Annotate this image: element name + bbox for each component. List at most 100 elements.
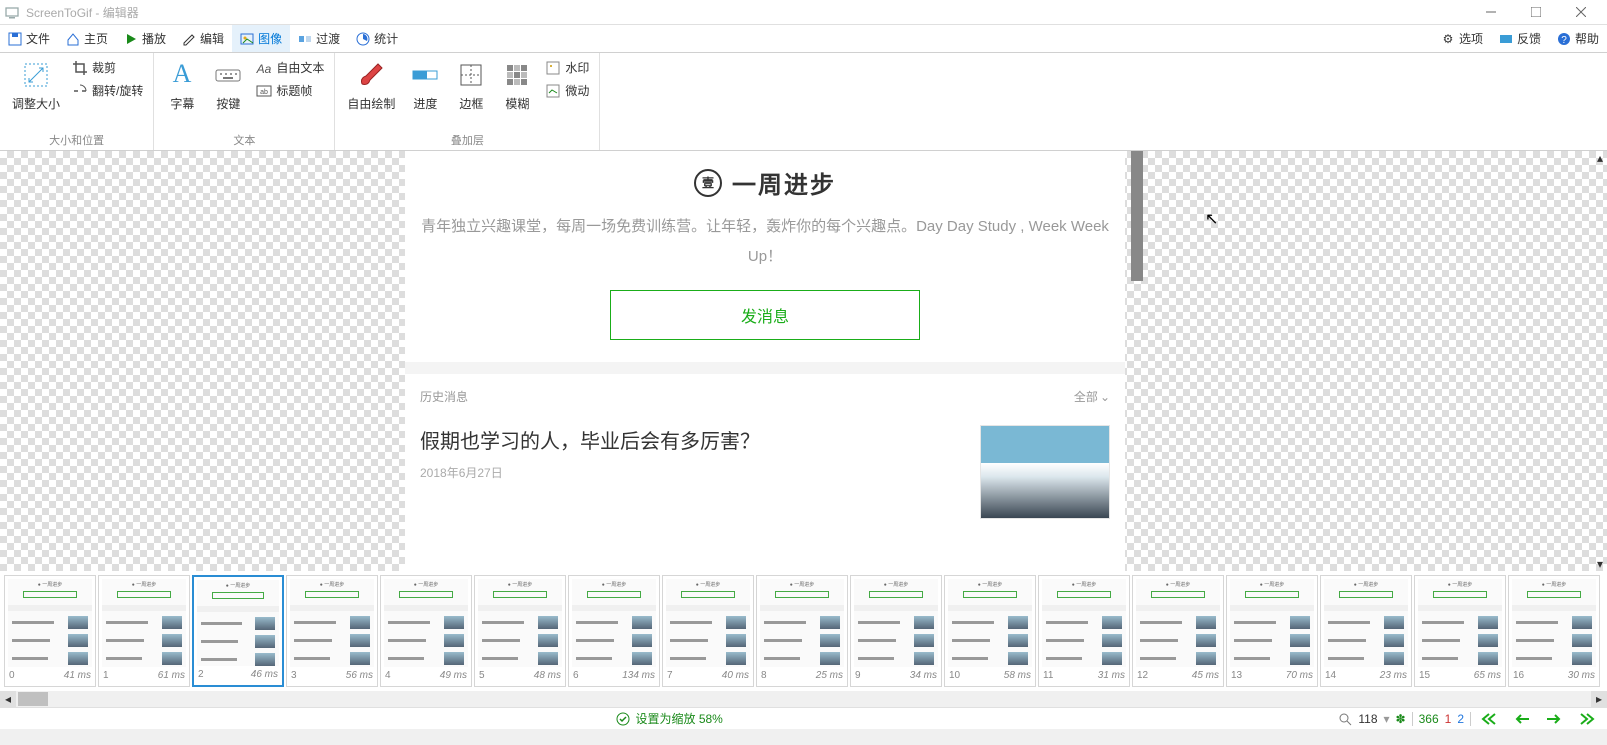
- border-button[interactable]: 边框: [449, 57, 493, 130]
- tab-stats[interactable]: 统计: [348, 25, 406, 52]
- frame-duration: 41 ms: [64, 670, 91, 686]
- transition-icon: [298, 32, 312, 46]
- brush-icon: [355, 59, 387, 91]
- caption-button[interactable]: A 字幕: [160, 57, 204, 130]
- frame-thumbnail[interactable]: ● 一周进步 12 45 ms: [1132, 575, 1224, 687]
- frame-thumbnail[interactable]: ● 一周进步 11 31 ms: [1038, 575, 1130, 687]
- frame-number: 5: [479, 670, 485, 686]
- btn-label: 边框: [459, 95, 483, 112]
- frame-strip[interactable]: ● 一周进步 0 41 ms ● 一周进步 1 61: [0, 571, 1607, 691]
- svg-text:?: ?: [1561, 35, 1567, 46]
- crop-icon: [72, 60, 88, 76]
- scroll-left-icon[interactable]: ◂: [0, 691, 16, 707]
- article-title: 假期也学习的人，毕业后会有多厉害？: [420, 425, 980, 454]
- frame-duration: 31 ms: [1098, 670, 1125, 686]
- frame-thumbnail[interactable]: ● 一周进步 0 41 ms: [4, 575, 96, 687]
- frame-thumbnail[interactable]: ● 一周进步 14 23 ms: [1320, 575, 1412, 687]
- keyboard-icon: [212, 59, 244, 91]
- nav-last-button[interactable]: [1573, 713, 1599, 725]
- frame-hscrollbar[interactable]: ◂ ▸: [0, 691, 1607, 707]
- history-all-dropdown[interactable]: 全部 ⌄: [1074, 388, 1110, 405]
- drawing-button[interactable]: 自由绘制: [341, 57, 401, 130]
- canvas-area[interactable]: 壹 一周进步 青年独立兴趣课堂，每周一场免费训练营。让年轻，轰炸你的每个兴趣点。…: [0, 151, 1607, 571]
- article-item[interactable]: 假期也学习的人，毕业后会有多厉害？ 2018年6月27日: [420, 413, 1110, 531]
- close-button[interactable]: [1558, 0, 1603, 25]
- nav-first-button[interactable]: [1477, 713, 1503, 725]
- frame-number: 13: [1231, 670, 1242, 686]
- watermark-button[interactable]: 水印: [541, 57, 593, 78]
- frame-thumbnail[interactable]: ● 一周进步 8 25 ms: [756, 575, 848, 687]
- frame-number: 3: [291, 670, 297, 686]
- tab-transition[interactable]: 过渡: [290, 25, 348, 52]
- frame-number: 0: [9, 670, 15, 686]
- frame-thumbnail[interactable]: ● 一周进步 10 58 ms: [944, 575, 1036, 687]
- canvas-vertical-scrollbar[interactable]: ▴ ▾: [1593, 151, 1607, 571]
- text-icon: Aa: [256, 60, 272, 76]
- options-button[interactable]: ⚙ 选项: [1433, 25, 1491, 52]
- tab-home[interactable]: 主页: [58, 25, 116, 52]
- zoom-down-icon[interactable]: ▾: [1384, 712, 1390, 726]
- tab-image[interactable]: 图像: [232, 25, 290, 52]
- frame-duration: 58 ms: [1004, 670, 1031, 686]
- frame-number: 14: [1325, 670, 1336, 686]
- frame-duration: 40 ms: [722, 670, 749, 686]
- stats-icon: [356, 32, 370, 46]
- tab-file[interactable]: 文件: [0, 25, 58, 52]
- btn-label: 标题帧: [276, 82, 312, 99]
- feedback-button[interactable]: 反馈: [1491, 25, 1549, 52]
- maximize-button[interactable]: [1513, 0, 1558, 25]
- scroll-right-icon[interactable]: ▸: [1591, 691, 1607, 707]
- tab-edit[interactable]: 编辑: [174, 25, 232, 52]
- nav-prev-button[interactable]: [1509, 713, 1535, 725]
- frame-thumbnail[interactable]: ● 一周进步 13 70 ms: [1226, 575, 1318, 687]
- obfuscate-button[interactable]: 模糊: [495, 57, 539, 130]
- zoom-icon[interactable]: [1338, 712, 1352, 726]
- article-date: 2018年6月27日: [420, 464, 980, 481]
- frame-thumbnail[interactable]: ● 一周进步 2 46 ms: [192, 575, 284, 687]
- frame-preview: ● 一周进步: [1227, 576, 1317, 670]
- tab-play[interactable]: 播放: [116, 25, 174, 52]
- frame-duration: 56 ms: [346, 670, 373, 686]
- cinemagraph-button[interactable]: 微动: [541, 80, 593, 101]
- frame-thumbnail[interactable]: ● 一周进步 5 48 ms: [474, 575, 566, 687]
- minimize-button[interactable]: [1468, 0, 1513, 25]
- frame-preview: ● 一周进步: [1509, 576, 1599, 670]
- frame-duration: 34 ms: [910, 670, 937, 686]
- menu-label: 文件: [26, 30, 50, 47]
- watermark-icon: [545, 60, 561, 76]
- frame-thumbnail[interactable]: ● 一周进步 15 65 ms: [1414, 575, 1506, 687]
- frame-thumbnail[interactable]: ● 一周进步 16 30 ms: [1508, 575, 1600, 687]
- btn-label: 微动: [565, 82, 589, 99]
- frame-thumbnail[interactable]: ● 一周进步 3 56 ms: [286, 575, 378, 687]
- menu-label: 主页: [84, 30, 108, 47]
- frame-thumbnail[interactable]: ● 一周进步 4 49 ms: [380, 575, 472, 687]
- frame-thumbnail[interactable]: ● 一周进步 7 40 ms: [662, 575, 754, 687]
- scroll-up-icon[interactable]: ▴: [1597, 151, 1603, 165]
- flip-rotate-button[interactable]: 翻转/旋转: [68, 80, 147, 101]
- zoom-reset-button[interactable]: ✽: [1396, 712, 1406, 726]
- app-logo-icon: [4, 4, 20, 20]
- home-icon: [66, 32, 80, 46]
- progress-button[interactable]: 进度: [403, 57, 447, 130]
- menu-bar: 文件 主页 播放 编辑 图像 过渡 统计 ⚙ 选项 反馈 ? 帮助: [0, 25, 1607, 53]
- frame-thumbnail[interactable]: ● 一周进步 9 34 ms: [850, 575, 942, 687]
- btn-label: 按键: [216, 95, 240, 112]
- nav-next-button[interactable]: [1541, 713, 1567, 725]
- scrollbar-thumb[interactable]: [18, 692, 48, 706]
- chevron-down-icon: ⌄: [1100, 390, 1110, 404]
- resize-button[interactable]: 调整大小: [6, 57, 66, 130]
- scroll-down-icon[interactable]: ▾: [1597, 557, 1603, 571]
- frame-thumbnail[interactable]: ● 一周进步 1 61 ms: [98, 575, 190, 687]
- freetext-button[interactable]: Aa 自由文本: [252, 57, 328, 78]
- frame-number: 11: [1043, 670, 1053, 686]
- history-label: 历史消息: [420, 388, 468, 405]
- frame-preview: ● 一周进步: [757, 576, 847, 670]
- send-message-button[interactable]: 发消息: [610, 290, 920, 340]
- help-button[interactable]: ? 帮助: [1549, 25, 1607, 52]
- titleframe-button[interactable]: ab 标题帧: [252, 80, 328, 101]
- frame-thumbnail[interactable]: ● 一周进步 6 134 ms: [568, 575, 660, 687]
- content-scrollbar[interactable]: [1131, 151, 1143, 281]
- keystroke-button[interactable]: 按键: [206, 57, 250, 130]
- crop-button[interactable]: 裁剪: [68, 57, 147, 78]
- menu-label: 过渡: [316, 30, 340, 47]
